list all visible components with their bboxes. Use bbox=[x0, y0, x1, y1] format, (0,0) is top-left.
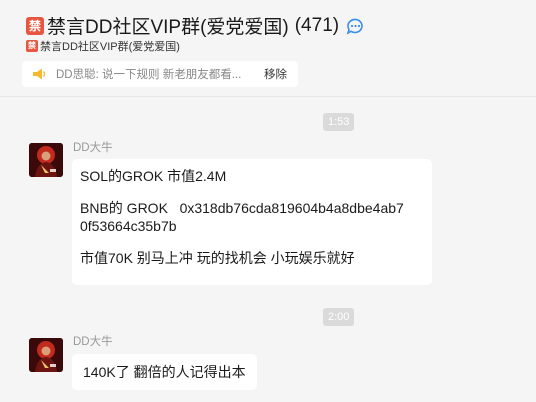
avatar-image-icon bbox=[29, 338, 63, 372]
subtitle-row: 禁 禁言DD社区VIP群(爱党爱国) bbox=[26, 38, 180, 54]
message-bubble[interactable]: SOL的GROK 市值2.4M BNB的 GROK 0x318db76cda81… bbox=[72, 159, 432, 285]
announcement-icon bbox=[33, 68, 46, 80]
chat-subtitle: 禁言DD社区VIP群(爱党爱国) bbox=[40, 41, 180, 53]
message-line: 市值70K 别马上冲 玩的找机会 小玩娱乐就好 bbox=[80, 250, 355, 266]
group-badge-small-icon: 禁 bbox=[26, 40, 38, 52]
sender-name: DD大牛 bbox=[73, 142, 113, 154]
title-row: 禁 禁言DD社区VIP群(爱党爱国) (471) bbox=[26, 12, 365, 39]
sender-name: DD大牛 bbox=[73, 336, 113, 348]
group-badge-icon: 禁 bbox=[26, 16, 44, 35]
chat-header: 禁 禁言DD社区VIP群(爱党爱国) (471) 禁 禁言DD社区VIP群(爱党… bbox=[0, 0, 536, 96]
message-line: SOL的GROK 市值2.4M bbox=[80, 168, 227, 184]
pinned-notice[interactable]: DD思聪: 说一下规则 新老朋友都看... 移除 bbox=[22, 61, 298, 87]
notice-text[interactable]: DD思聪: 说一下规则 新老朋友都看... bbox=[56, 66, 252, 82]
avatar[interactable] bbox=[29, 143, 63, 177]
remove-notice-button[interactable]: 移除 bbox=[264, 66, 287, 82]
timestamp: 1:53 bbox=[323, 113, 355, 131]
chat-title[interactable]: 禁言DD社区VIP群(爱党爱国) bbox=[47, 12, 289, 39]
chat-bubble-icon[interactable] bbox=[345, 16, 365, 36]
avatar-image-icon bbox=[29, 143, 63, 177]
message-line bbox=[80, 185, 424, 199]
header-divider bbox=[0, 96, 536, 97]
timestamp: 2:00 bbox=[323, 308, 355, 326]
member-count: (471) bbox=[294, 14, 340, 36]
message-line: 0f53664c35b7b bbox=[80, 218, 177, 234]
message-bubble[interactable]: 140K了 翻倍的人记得出本 bbox=[72, 354, 257, 390]
message-line bbox=[80, 235, 424, 249]
message-line: 140K了 翻倍的人记得出本 bbox=[83, 364, 246, 380]
message-line: BNB的 GROK 0x318db76cda819604b4a8dbe4ab7 bbox=[80, 200, 404, 216]
avatar[interactable] bbox=[29, 338, 63, 372]
